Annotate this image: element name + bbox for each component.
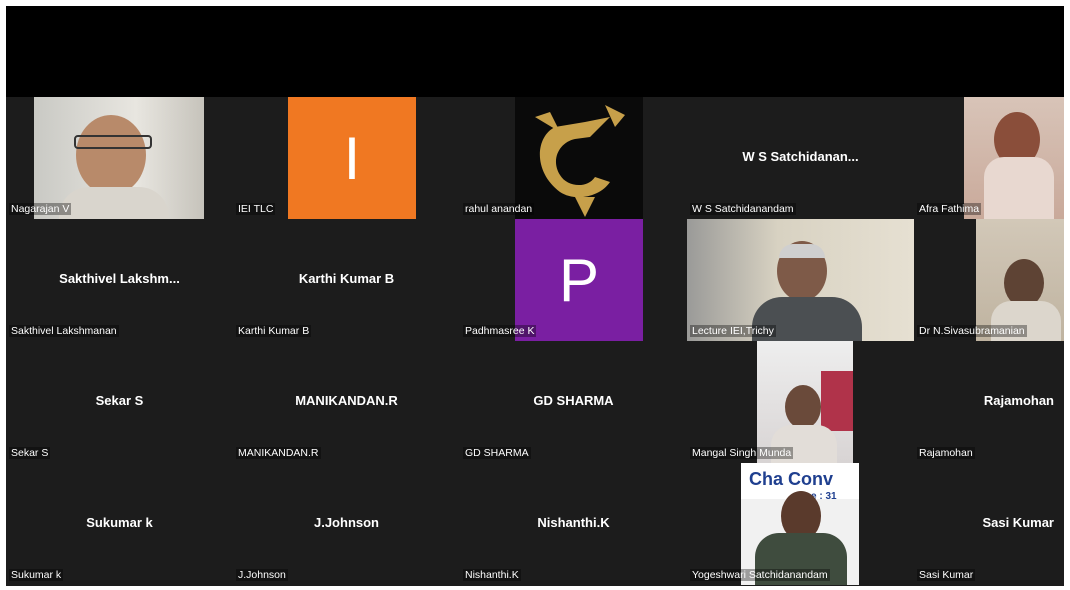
participant-tile[interactable]: Nishanthi.K Nishanthi.K <box>460 463 687 585</box>
participant-tile[interactable]: Sakthivel Lakshm... Sakthivel Lakshmanan <box>6 219 233 341</box>
participant-name: Karthi Kumar B <box>236 325 312 337</box>
participant-video <box>976 219 1064 341</box>
participant-name: Nishanthi.K <box>463 569 521 581</box>
participant-grid: Nagarajan V I IEI TLC rahul anandan W S … <box>6 97 1064 586</box>
participant-video <box>687 219 914 341</box>
participant-name: rahul anandan <box>463 203 535 215</box>
participant-tile[interactable]: P Padhmasree K <box>460 219 687 341</box>
participant-photo <box>964 97 1064 219</box>
participant-display-name: Sasi Kumar <box>982 515 1054 530</box>
participant-name: Nagarajan V <box>9 203 72 215</box>
participant-display-name: Sukumar k <box>86 515 153 530</box>
participant-tile[interactable]: Mangal Singh Munda <box>687 341 914 463</box>
participant-tile[interactable]: Sasi Kumar Sasi Kumar <box>914 463 1064 585</box>
participant-tile[interactable]: Cha Conv e : 31 Yogeshwari Satchidananda… <box>687 463 914 585</box>
participant-tile[interactable]: I IEI TLC <box>233 97 460 219</box>
participant-name: W S Satchidanandam <box>690 203 796 215</box>
dragon-logo-image <box>515 97 643 219</box>
dragon-icon <box>535 105 625 217</box>
participant-tile[interactable]: GD SHARMA GD SHARMA <box>460 341 687 463</box>
participant-name: Padhmasree K <box>463 325 537 337</box>
participant-name: Sasi Kumar <box>917 569 976 581</box>
participant-tile[interactable]: Karthi Kumar B Karthi Kumar B <box>233 219 460 341</box>
participant-name: Afra Fathima <box>917 203 982 215</box>
avatar: I <box>288 97 416 219</box>
participant-name: J.Johnson <box>236 569 288 581</box>
participant-display-name: GD SHARMA <box>533 393 614 408</box>
participant-tile[interactable]: Nagarajan V <box>6 97 233 219</box>
participant-tile[interactable]: rahul anandan <box>460 97 687 219</box>
participant-display-name: J.Johnson <box>313 515 379 530</box>
participant-name: Sukumar k <box>9 569 64 581</box>
participant-display-name: Rajamohan <box>983 393 1054 408</box>
participant-display-name: W S Satchidanan... <box>742 149 859 164</box>
participant-display-name: Karthi Kumar B <box>298 271 395 286</box>
meeting-window: Nagarajan V I IEI TLC rahul anandan W S … <box>6 6 1064 586</box>
participant-name: Sekar S <box>9 447 51 459</box>
participant-tile[interactable]: Sekar S Sekar S <box>6 341 233 463</box>
participant-video <box>34 97 204 219</box>
participant-name: Yogeshwari Satchidanandam <box>690 569 830 581</box>
participant-name: Rajamohan <box>917 447 975 459</box>
participant-tile[interactable]: MANIKANDAN.R MANIKANDAN.R <box>233 341 460 463</box>
participant-name: MANIKANDAN.R <box>236 447 321 459</box>
participant-tile[interactable]: Rajamohan Rajamohan <box>914 341 1064 463</box>
participant-name: GD SHARMA <box>463 447 531 459</box>
participant-tile[interactable]: Sukumar k Sukumar k <box>6 463 233 585</box>
participant-display-name: Sekar S <box>95 393 144 408</box>
participant-video <box>757 341 853 463</box>
participant-name: IEI TLC <box>236 203 276 215</box>
participant-tile[interactable]: Lecture IEI,Trichy <box>687 219 914 341</box>
avatar: P <box>515 219 643 341</box>
participant-tile[interactable]: W S Satchidanan... W S Satchidanandam <box>687 97 914 219</box>
participant-display-name: Nishanthi.K <box>537 515 610 530</box>
participant-display-name: Sakthivel Lakshm... <box>59 271 180 286</box>
participant-tile[interactable]: J.Johnson J.Johnson <box>233 463 460 585</box>
participant-name: Dr N.Sivasubramanian <box>917 325 1027 337</box>
participant-video: Cha Conv e : 31 <box>741 463 859 585</box>
participant-name: Sakthivel Lakshmanan <box>9 325 119 337</box>
participant-name: Mangal Singh Munda <box>690 447 794 459</box>
participant-name: Lecture IEI,Trichy <box>690 325 776 337</box>
participant-tile[interactable]: Dr N.Sivasubramanian <box>914 219 1064 341</box>
banner-text: Cha Conv <box>749 469 834 489</box>
participant-display-name: MANIKANDAN.R <box>295 393 398 408</box>
participant-tile[interactable]: Afra Fathima <box>914 97 1064 219</box>
